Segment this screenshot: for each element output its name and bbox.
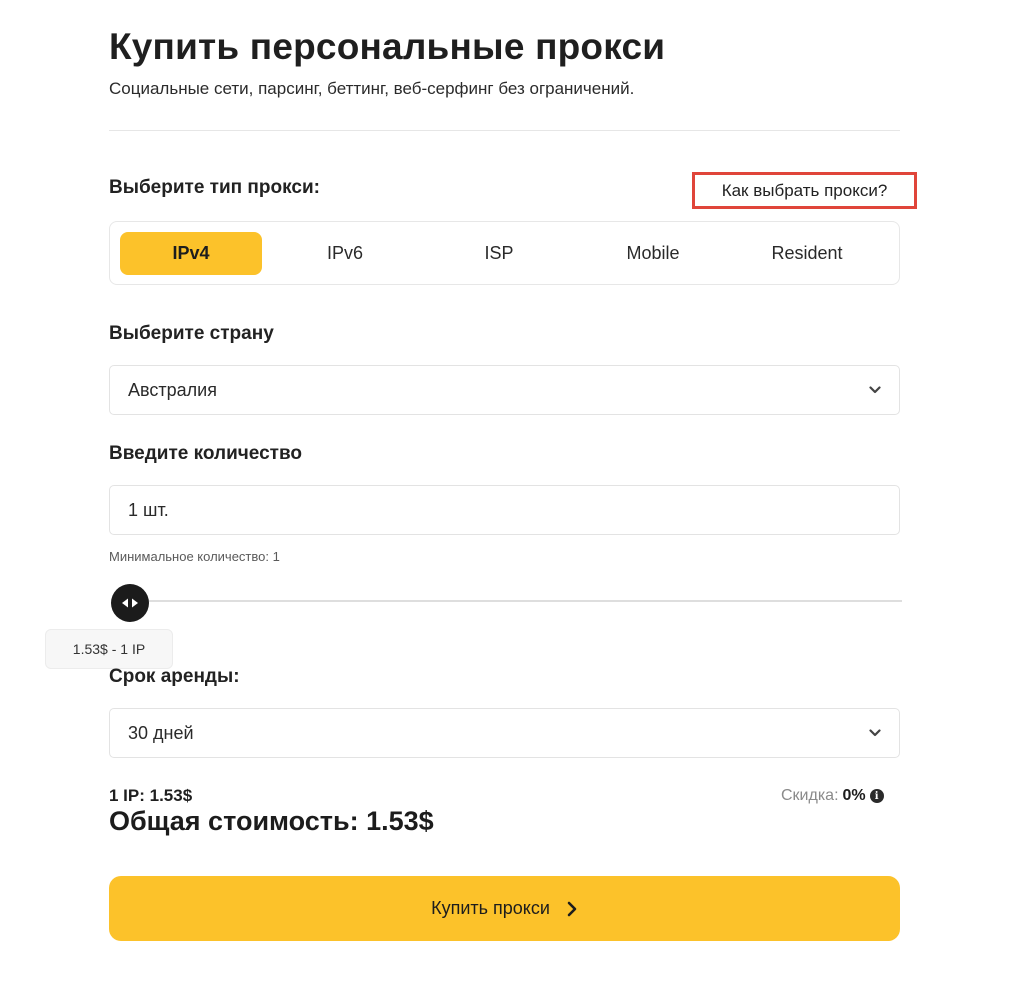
price-per-ip: 1 IP: 1.53$ xyxy=(109,786,193,805)
quantity-hint: Минимальное количество: 1 xyxy=(109,549,280,564)
quantity-label: Введите количество xyxy=(109,443,303,464)
rent-label: Срок аренды: xyxy=(109,666,240,687)
price-tooltip: 1.53$ - 1 IP xyxy=(45,629,173,669)
info-icon[interactable]: i xyxy=(869,789,884,803)
buy-proxy-button[interactable]: Купить прокси xyxy=(109,876,900,941)
country-label: Выберите страну xyxy=(109,323,274,344)
discount-value: 0% xyxy=(842,787,866,804)
rent-select[interactable]: 30 дней xyxy=(109,708,900,758)
rent-select-value: 30 дней xyxy=(128,722,194,743)
buy-button-label: Купить прокси xyxy=(431,898,550,918)
quantity-input-value: 1 шт. xyxy=(128,499,169,520)
page-title: Купить персональные прокси xyxy=(109,26,666,67)
chevron-down-icon xyxy=(869,729,881,737)
how-to-choose-link[interactable]: Как выбрать прокси? xyxy=(692,172,917,209)
quantity-input[interactable]: 1 шт. xyxy=(109,485,900,535)
tab-mobile[interactable]: Mobile xyxy=(582,232,724,275)
proxy-type-tabs: IPv4 IPv6 ISP Mobile Resident xyxy=(109,221,900,285)
tab-resident[interactable]: Resident xyxy=(736,232,878,275)
divider xyxy=(109,130,900,131)
discount-label: Скидка: xyxy=(781,787,839,804)
discount: Скидка: 0% i xyxy=(781,787,884,805)
arrows-left-right-icon xyxy=(122,598,138,608)
tab-ipv4[interactable]: IPv4 xyxy=(120,232,262,275)
proxy-type-label: Выберите тип прокси: xyxy=(109,177,320,198)
total-price: Общая стоимость: 1.53$ xyxy=(109,806,434,836)
tab-ipv6[interactable]: IPv6 xyxy=(274,232,416,275)
tab-isp[interactable]: ISP xyxy=(428,232,570,275)
chevron-right-icon xyxy=(567,901,577,916)
quantity-slider-handle[interactable] xyxy=(111,584,149,622)
page-subtitle: Социальные сети, парсинг, беттинг, веб-с… xyxy=(109,79,635,98)
quantity-slider-track[interactable] xyxy=(130,600,902,602)
country-select-value: Австралия xyxy=(128,379,217,400)
country-select[interactable]: Австралия xyxy=(109,365,900,415)
chevron-down-icon xyxy=(869,386,881,394)
